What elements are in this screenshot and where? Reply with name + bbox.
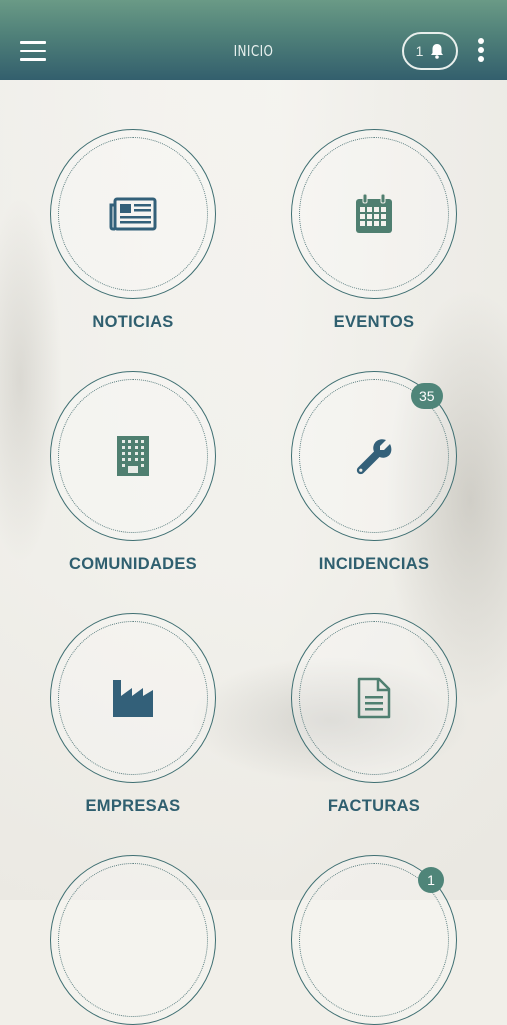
wrench-icon bbox=[356, 439, 392, 475]
hamburger-menu-icon[interactable] bbox=[20, 41, 46, 61]
incidencias-count-badge: 35 bbox=[411, 383, 443, 409]
tile-label: FACTURAS bbox=[327, 797, 421, 815]
tile-circle bbox=[50, 371, 216, 541]
calendar-icon bbox=[356, 193, 392, 233]
tile-item-8[interactable]: 1 bbox=[289, 855, 459, 1025]
top-app-bar: INICIO 1 bbox=[0, 0, 507, 80]
tile-label: EMPRESAS bbox=[85, 797, 181, 815]
tile-facturas[interactable]: FACTURAS bbox=[289, 613, 459, 816]
tile-circle bbox=[50, 855, 216, 1025]
bell-icon bbox=[431, 44, 444, 59]
tile-label: EVENTOS bbox=[333, 313, 415, 331]
tile-label: COMUNIDADES bbox=[69, 555, 197, 573]
page-title: INICIO bbox=[233, 42, 274, 60]
tile-empresas[interactable]: EMPRESAS bbox=[48, 613, 218, 816]
more-vertical-icon[interactable] bbox=[476, 38, 486, 66]
tile-label: NOTICIAS bbox=[92, 313, 174, 331]
tile-circle bbox=[291, 129, 457, 299]
factory-icon bbox=[113, 680, 153, 717]
tile-eventos[interactable]: EVENTOS bbox=[289, 129, 459, 332]
tile-incidencias[interactable]: 35 INCIDENCIAS bbox=[289, 371, 459, 574]
building-icon bbox=[117, 436, 149, 476]
newspaper-icon bbox=[109, 197, 157, 231]
notifications-count: 1 bbox=[415, 43, 424, 59]
notifications-button[interactable]: 1 bbox=[402, 32, 458, 70]
tile-circle bbox=[291, 613, 457, 783]
tile-noticias[interactable]: NOTICIAS bbox=[48, 129, 218, 332]
tile-circle bbox=[50, 613, 216, 783]
tile-count-badge: 1 bbox=[418, 867, 444, 893]
tile-item-7[interactable] bbox=[48, 855, 218, 1025]
document-icon bbox=[357, 677, 391, 719]
tile-label: INCIDENCIAS bbox=[318, 555, 430, 573]
tile-circle bbox=[50, 129, 216, 299]
tile-comunidades[interactable]: COMUNIDADES bbox=[48, 371, 218, 574]
